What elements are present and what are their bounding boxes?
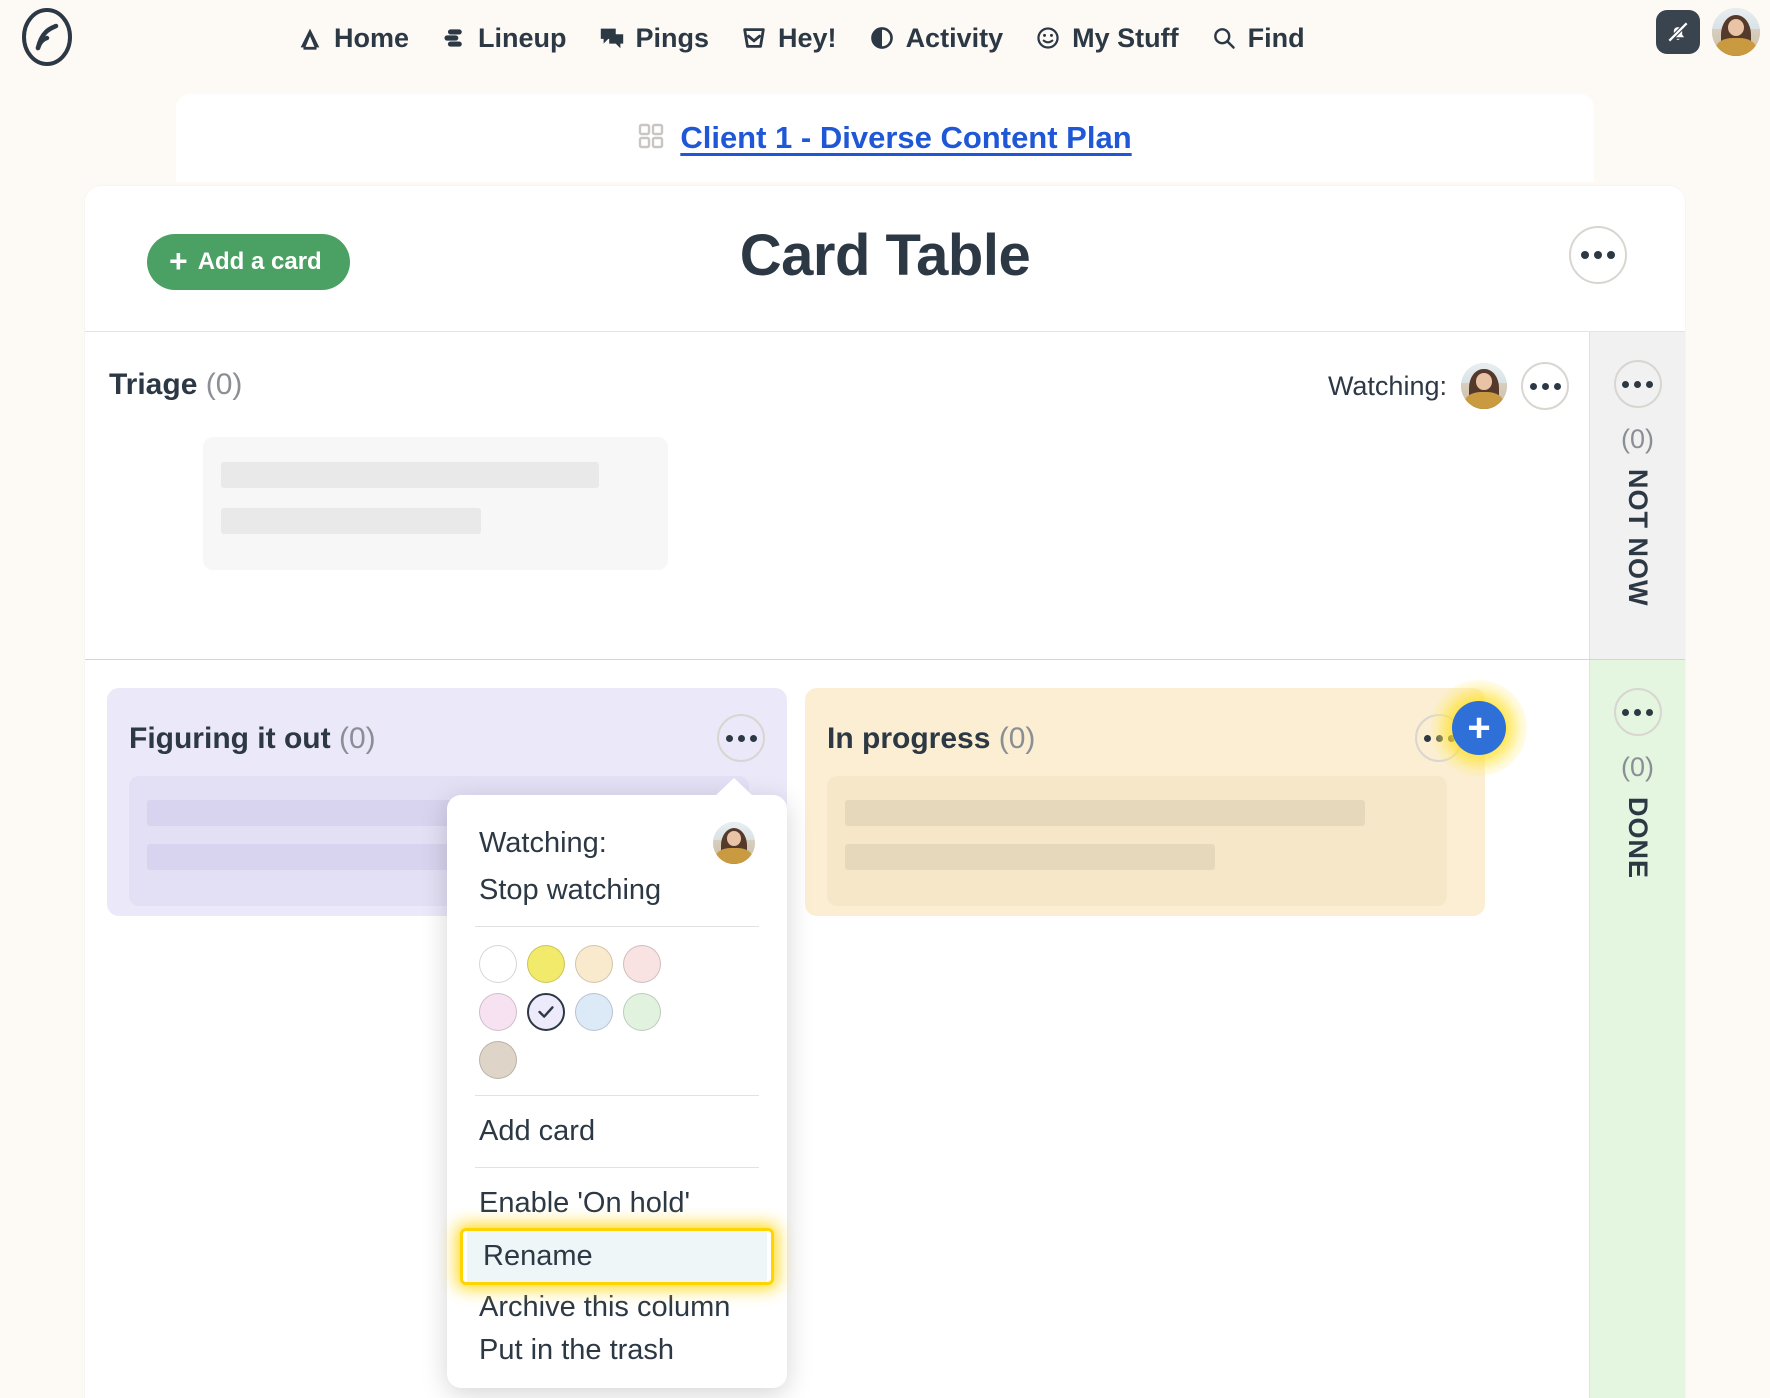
swatch-lavender-selected[interactable] [527,993,565,1031]
side-column-done: (0) DONE [1589,660,1685,1398]
not-now-count: (0) [1621,424,1654,454]
nav-label-home: Home [334,22,410,53]
app-root: Home Lineup Pings Hey! Activity My Stuff… [0,0,1770,1398]
nav-label-hey: Hey! [778,22,837,53]
columns-area: Figuring it out (0) In progress (0) + [85,660,1589,1398]
triage-count: (0) [205,368,243,401]
in-progress-heading: In progress (0) [827,722,1035,756]
board-ellipsis-icon[interactable] [1569,226,1627,284]
watching-label: Watching: [1327,370,1447,401]
side-column-not-now: (0) NOT NOW [1589,332,1685,659]
menu-watching-row: Watching: [447,817,787,869]
lineup-icon [439,23,469,53]
pings-icon [597,23,627,53]
triage-watching-group: Watching: [1328,362,1569,410]
column-in-progress: In progress (0) [805,688,1485,916]
home-icon [295,23,325,53]
nav-item-pings[interactable]: Pings [597,22,710,54]
not-now-ellipsis-icon[interactable] [1613,360,1662,408]
search-icon [1209,23,1239,53]
basecamp-logo-icon[interactable] [18,8,76,66]
in-progress-title-text: In progress [827,722,991,755]
column-context-menu: Watching: Stop watching Add card Enable … [447,778,787,1388]
nav-item-find[interactable]: Find [1209,23,1305,54]
triage-row: Triage (0) Watching: (0) NOT NOW [85,332,1685,660]
nav-label-lineup: Lineup [478,22,567,53]
done-label: DONE [1623,797,1653,880]
triage-heading: Triage (0) [109,368,242,402]
swatch-green[interactable] [623,993,661,1031]
nav-item-activity[interactable]: Activity [867,22,1004,54]
triage-placeholder-card [203,437,668,570]
nav-item-home[interactable]: Home [295,23,409,54]
in-progress-placeholder-card [827,776,1447,906]
menu-watching-label: Watching: [479,826,607,859]
menu-rename[interactable]: Rename [467,1231,767,1282]
activity-icon [867,23,897,53]
menu-enable-on-hold[interactable]: Enable 'On hold' [447,1182,787,1225]
menu-divider-3 [475,1167,759,1168]
nav-label-activity: Activity [905,22,1004,53]
triage-column: Triage (0) Watching: [85,332,1589,659]
hey-inbox-icon [739,23,769,53]
menu-divider-2 [475,1095,759,1096]
swatch-violet[interactable] [479,993,517,1031]
topnav-right-controls [1656,8,1760,56]
color-swatch-group [447,941,739,1081]
columns-row: Figuring it out (0) In progress (0) + (0… [85,660,1685,1398]
watching-avatar[interactable] [1461,363,1507,409]
figuring-it-out-ellipsis-icon[interactable] [717,714,765,762]
nav-label-pings: Pings [635,22,710,53]
check-icon [538,1006,554,1018]
top-navigation-bar: Home Lineup Pings Hey! Activity My Stuff… [0,0,1770,76]
swatch-blue[interactable] [575,993,613,1031]
in-progress-count: (0) [998,722,1036,755]
swatch-white[interactable] [479,945,517,983]
menu-rename-highlight: Rename [463,1231,771,1282]
my-stuff-smiley-icon [1033,23,1063,53]
menu-add-card[interactable]: Add card [447,1110,787,1153]
add-column-button[interactable]: + [1452,701,1506,755]
nav-item-lineup[interactable]: Lineup [439,23,567,54]
avatar[interactable] [1712,8,1760,56]
add-column-highlight: + [1431,680,1527,776]
swatch-taupe[interactable] [479,1041,517,1079]
menu-divider-1 [475,926,759,927]
nav-item-hey[interactable]: Hey! [739,23,837,54]
menu-watching-avatar[interactable] [713,822,755,864]
nav-label-my-stuff: My Stuff [1072,22,1179,53]
bell-slash-icon[interactable] [1656,10,1700,54]
swatch-peach[interactable] [575,945,613,983]
figuring-it-out-title-text: Figuring it out [129,722,331,755]
breadcrumb-bar: Client 1 - Diverse Content Plan [176,94,1594,182]
figuring-it-out-count: (0) [338,722,376,755]
nav-item-my-stuff[interactable]: My Stuff [1033,22,1179,54]
triage-title-text: Triage [109,368,198,401]
nav-label-find: Find [1247,22,1305,53]
menu-stop-watching[interactable]: Stop watching [447,869,787,912]
menu-archive-column[interactable]: Archive this column [447,1286,787,1329]
swatch-pink[interactable] [623,945,661,983]
done-ellipsis-icon[interactable] [1613,688,1662,736]
done-count: (0) [1621,752,1654,782]
card-table-board: + Add a card Card Table Triage (0) Watch… [85,186,1685,1398]
page-title: Card Table [739,223,1031,288]
nav-links: Home Lineup Pings Hey! Activity My Stuff… [295,0,1305,76]
triage-ellipsis-icon[interactable] [1521,362,1569,410]
breadcrumb-project-link[interactable]: Client 1 - Diverse Content Plan [680,120,1131,156]
figuring-it-out-heading: Figuring it out (0) [129,722,376,756]
board-header: + Add a card Card Table [85,186,1685,332]
swatch-yellow[interactable] [527,945,565,983]
menu-put-in-trash[interactable]: Put in the trash [447,1329,787,1372]
grid-squares-icon [638,123,664,154]
breadcrumb: Client 1 - Diverse Content Plan [638,120,1132,156]
not-now-label: NOT NOW [1623,469,1653,607]
